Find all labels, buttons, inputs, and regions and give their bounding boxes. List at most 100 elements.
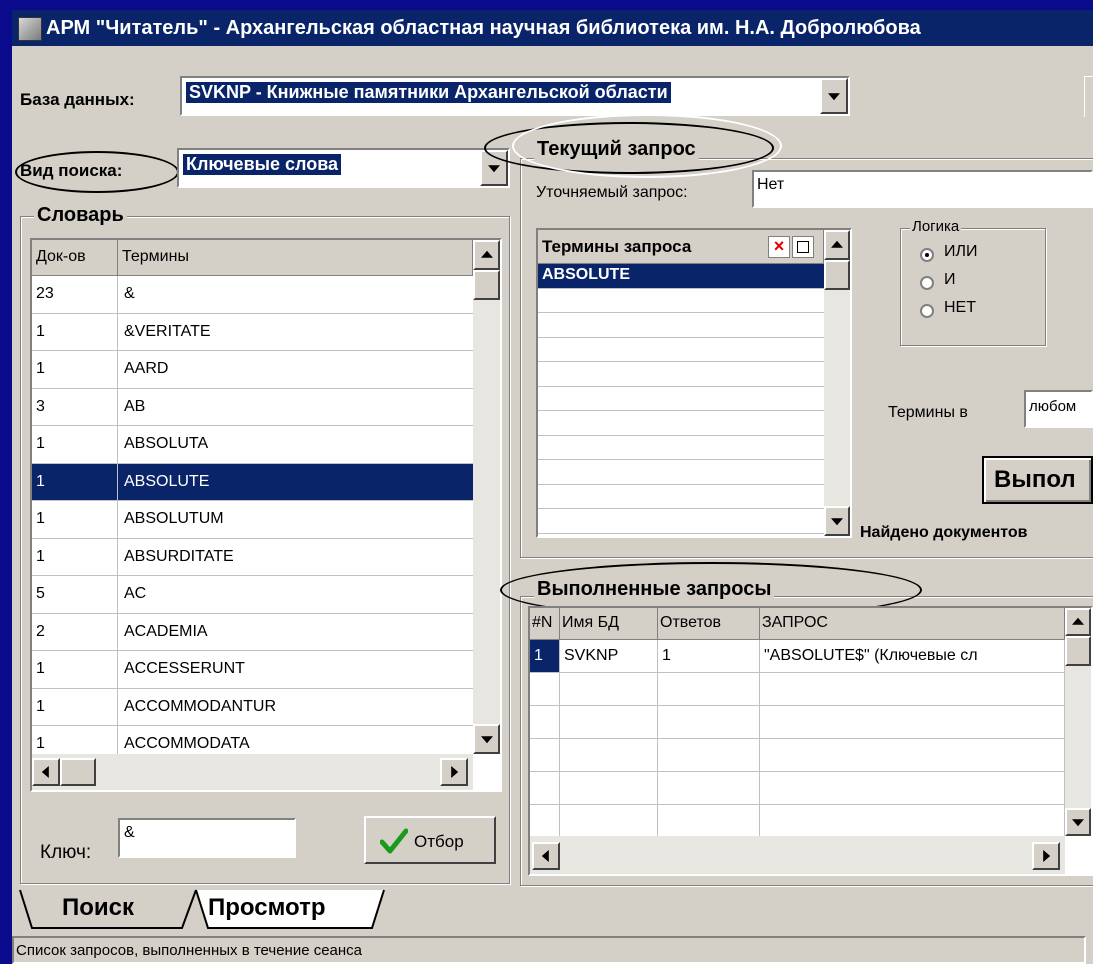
executed-col-header[interactable]: ЗАПРОС	[760, 608, 1065, 640]
tab-search[interactable]: Поиск	[62, 894, 134, 922]
dictionary-term: ACADEMIA	[124, 622, 208, 640]
select-button-label: Отбор	[414, 832, 464, 851]
status-bar: Список запросов, выполненных в течение с…	[12, 936, 1086, 964]
dictionary-row[interactable]: 1 ABSURDITATE	[32, 538, 473, 576]
dictionary-col-docs[interactable]: Док-ов	[32, 240, 118, 276]
dictionary-col-terms[interactable]: Термины	[118, 240, 473, 276]
dictionary-row[interactable]: 3 AB	[32, 388, 473, 426]
scroll-right-button[interactable]	[440, 758, 468, 786]
dictionary-term: ABSOLUTUM	[124, 510, 224, 527]
dictionary-doc-count: 1	[32, 688, 118, 725]
terms-in-select[interactable]: любом	[1024, 390, 1093, 428]
clear-terms-icon[interactable]	[792, 236, 814, 258]
dictionary-row[interactable]: 1 ABSOLUTA	[32, 426, 473, 464]
query-term-row[interactable]: ABSOLUTE	[538, 264, 824, 289]
scroll-thumb[interactable]	[1065, 636, 1091, 666]
logic-option-label: И	[944, 271, 956, 288]
executed-row[interactable]	[530, 805, 1065, 838]
logic-radio[interactable]	[920, 248, 934, 262]
dictionary-row[interactable]: 1 ABSOLUTE	[32, 463, 473, 501]
dictionary-row[interactable]: 2 ACADEMIA	[32, 613, 473, 651]
key-input[interactable]: &	[118, 818, 296, 858]
chevron-down-icon	[828, 93, 840, 101]
query-terms-grid[interactable]: Термины запроса × ABSOLUTE	[536, 228, 852, 538]
dictionary-row[interactable]: 1 ACCESSERUNT	[32, 651, 473, 689]
logic-radio[interactable]	[920, 304, 934, 318]
dictionary-row[interactable]: 1 AARD	[32, 351, 473, 389]
dictionary-term: ABSURDITATE	[124, 547, 234, 565]
scroll-up-button[interactable]	[824, 230, 850, 260]
refine-input[interactable]: Нет	[752, 170, 1093, 208]
executed-row[interactable]	[530, 772, 1065, 805]
select-button[interactable]: Отбор	[364, 816, 496, 864]
executed-col-header[interactable]: Имя БД	[560, 608, 658, 640]
scroll-thumb[interactable]	[473, 270, 500, 300]
scroll-left-button[interactable]	[32, 758, 60, 786]
database-select[interactable]: SVKNP - Книжные памятники Архангельской …	[180, 76, 850, 116]
arrow-down-icon	[1072, 819, 1084, 827]
query-term-row[interactable]	[538, 411, 824, 436]
executed-row[interactable]: 1 SVKNP 1 "ABSOLUTE$" (Ключевые сл	[530, 640, 1065, 673]
executed-cell: "ABSOLUTE$" (Ключевые сл	[760, 640, 1065, 672]
scroll-thumb[interactable]	[824, 260, 850, 290]
dictionary-term: ACCOMMODANTUR	[124, 697, 276, 715]
dictionary-row[interactable]: 1 ABSOLUTUM	[32, 501, 473, 539]
tab-view[interactable]: Просмотр	[208, 894, 326, 922]
executed-queries-grid[interactable]: #N Имя БД Ответов ЗАПРОС 1 SVKNP 1 "ABSOLUTE$"…	[528, 606, 1093, 876]
query-term-row[interactable]	[538, 289, 824, 313]
logic-radio[interactable]	[920, 276, 934, 290]
executed-cell	[530, 772, 560, 804]
scroll-down-button[interactable]	[473, 724, 500, 754]
query-term-row[interactable]	[538, 338, 824, 362]
scroll-down-button[interactable]	[824, 506, 850, 536]
dictionary-term: AC	[124, 585, 147, 602]
scroll-up-button[interactable]	[1065, 608, 1091, 636]
arrow-down-icon	[831, 518, 843, 526]
executed-cell	[560, 805, 658, 837]
executed-vscrollbar[interactable]	[1065, 608, 1091, 836]
dictionary-doc-count: 3	[32, 388, 118, 425]
query-term-row[interactable]	[538, 509, 824, 534]
executed-queries-title: Выполненные запросы	[534, 578, 775, 601]
query-term-row[interactable]	[538, 362, 824, 387]
executed-col-header[interactable]: Ответов	[658, 608, 760, 640]
dictionary-doc-count: 1	[32, 538, 118, 575]
scroll-up-button[interactable]	[473, 240, 500, 270]
refine-value: Нет	[757, 176, 785, 193]
search-type-dropdown-button[interactable]	[480, 150, 508, 186]
query-terms-vscrollbar[interactable]	[824, 230, 850, 536]
query-term: ABSOLUTE	[542, 266, 630, 283]
scroll-right-button[interactable]	[1032, 842, 1060, 870]
query-term-row[interactable]	[538, 485, 824, 509]
dictionary-grid[interactable]: Док-ов Термины 23 & 1 &VERITATE 1 AARD 3 AB 1 ABS…	[30, 238, 502, 792]
executed-cell: 1	[658, 640, 760, 672]
executed-row[interactable]	[530, 673, 1065, 706]
hscroll-thumb[interactable]	[60, 758, 96, 786]
dictionary-hscrollbar[interactable]	[32, 754, 473, 790]
scroll-down-button[interactable]	[1065, 808, 1091, 836]
dictionary-row[interactable]: 1 &VERITATE	[32, 313, 473, 351]
dictionary-vscrollbar[interactable]	[473, 240, 500, 754]
query-term-row[interactable]	[538, 313, 824, 338]
executed-col-header[interactable]: #N	[530, 608, 560, 640]
execute-button[interactable]: Выпол	[982, 456, 1093, 504]
dictionary-row[interactable]: 5 AC	[32, 576, 473, 614]
dictionary-doc-count: 1	[32, 501, 118, 538]
query-term-row[interactable]	[538, 460, 824, 485]
query-term-row[interactable]	[538, 387, 824, 411]
executed-row[interactable]	[530, 739, 1065, 772]
database-dropdown-button[interactable]	[820, 78, 848, 114]
status-text: Список запросов, выполненных в течение с…	[16, 942, 363, 959]
scroll-left-button[interactable]	[532, 842, 560, 870]
query-term-row[interactable]	[538, 436, 824, 460]
delete-term-icon[interactable]: ×	[768, 236, 790, 258]
search-type-select[interactable]: Ключевые слова	[177, 148, 510, 188]
dictionary-doc-count: 1	[32, 313, 118, 350]
executed-hscrollbar[interactable]	[530, 836, 1065, 874]
executed-cell: 1	[530, 640, 560, 672]
dictionary-term: AB	[124, 397, 146, 415]
executed-row[interactable]	[530, 706, 1065, 739]
dictionary-row[interactable]: 1 ACCOMMODANTUR	[32, 688, 473, 726]
dictionary-row[interactable]: 23 &	[32, 276, 473, 314]
logic-option-label: НЕТ	[944, 299, 976, 316]
